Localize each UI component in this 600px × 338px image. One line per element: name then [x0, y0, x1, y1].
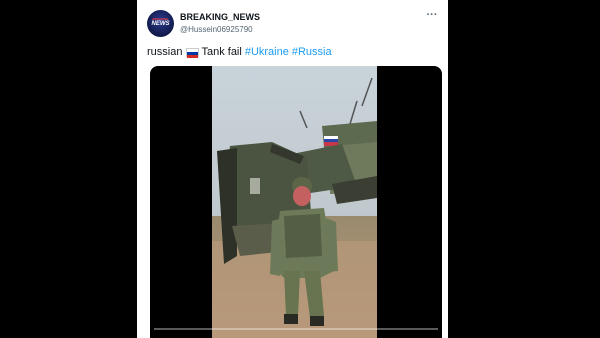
tweet-text-prefix: russian	[147, 46, 183, 58]
avatar-label-main: NEWS	[151, 21, 170, 27]
video-frame-image	[212, 66, 377, 338]
video-player[interactable]	[150, 66, 442, 338]
avatar[interactable]: BREAKING NEWS	[147, 10, 174, 37]
more-icon[interactable]: ···	[425, 10, 439, 22]
tweet-card[interactable]: BREAKING NEWS BREAKING_NEWS @Hussein0692…	[137, 0, 448, 338]
hashtag-ukraine[interactable]: #Ukraine	[245, 46, 289, 58]
video-progress-bar[interactable]	[154, 328, 438, 330]
tweet-header: BREAKING NEWS BREAKING_NEWS @Hussein0692…	[147, 10, 439, 40]
author-display-name[interactable]: BREAKING_NEWS	[180, 12, 260, 22]
video-frame[interactable]	[212, 66, 377, 338]
hashtag-russia[interactable]: #Russia	[292, 46, 332, 58]
tweet-text-main: Tank fail	[201, 46, 242, 58]
russia-flag-icon	[186, 47, 200, 58]
author-handle[interactable]: @Hussein06925790	[180, 25, 253, 34]
tweet-text: russian Tank fail #Ukraine #Russia	[147, 45, 332, 59]
